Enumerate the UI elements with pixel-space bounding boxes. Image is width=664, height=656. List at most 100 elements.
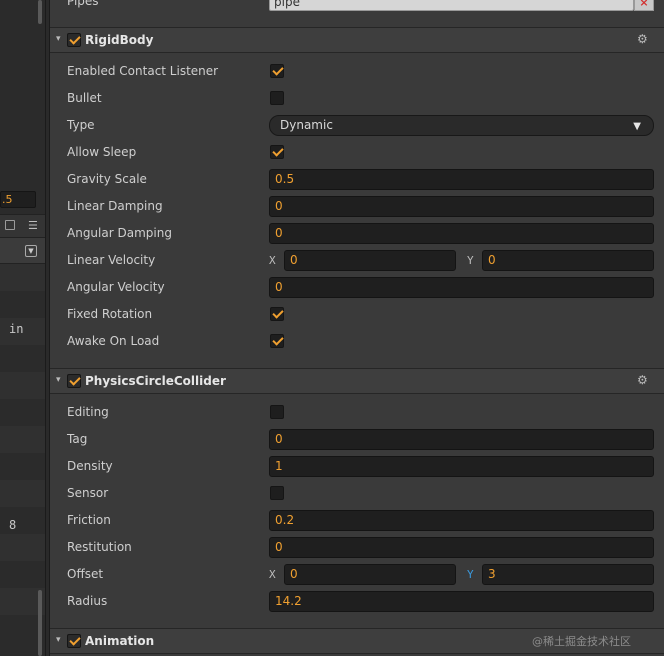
- prop-sensor: Sensor: [50, 480, 664, 507]
- gravity-scale-input[interactable]: 0.5: [269, 169, 654, 190]
- left-scrollbar-bottom[interactable]: [38, 590, 42, 656]
- offset-x-input[interactable]: 0: [284, 564, 456, 585]
- prop-angular-velocity: Angular Velocity 0: [50, 274, 664, 301]
- prop-offset: Offset X 0 Y 3: [50, 561, 664, 588]
- left-partial-text: in: [9, 322, 24, 336]
- rigidbody-enabled-checkbox[interactable]: [67, 33, 81, 47]
- copy-icon[interactable]: [5, 220, 15, 230]
- inspector-panel: Pipes pipe × ▾ RigidBody ⚙ Enabled Conta…: [50, 0, 664, 656]
- restitution-input[interactable]: 0: [269, 537, 654, 558]
- dropdown-icon[interactable]: ▼: [25, 245, 37, 257]
- left-partial-field[interactable]: .5: [0, 191, 36, 208]
- watermark: @稀土掘金技术社区: [532, 635, 631, 648]
- circle-collider-title: PhysicsCircleCollider: [85, 374, 226, 388]
- collapse-arrow-icon[interactable]: ▾: [56, 635, 61, 645]
- prop-label: Enabled Contact Listener: [67, 64, 219, 78]
- angular-damping-input[interactable]: 0: [269, 223, 654, 244]
- friction-input[interactable]: 0.2: [269, 510, 654, 531]
- prop-label: Linear Damping: [67, 199, 163, 213]
- prop-enabled-contact-listener: Enabled Contact Listener: [50, 58, 664, 85]
- prop-radius: Radius 14.2: [50, 588, 664, 615]
- prop-label: Angular Damping: [67, 226, 172, 240]
- prop-density: Density 1: [50, 453, 664, 480]
- prop-gravity-scale: Gravity Scale 0.5: [50, 166, 664, 193]
- linear-velocity-x-input[interactable]: 0: [284, 250, 456, 271]
- caret-down-icon: ▼: [633, 121, 641, 132]
- collapse-arrow-icon[interactable]: ▾: [56, 34, 61, 44]
- animation-enabled-checkbox[interactable]: [67, 634, 81, 648]
- bullet-checkbox[interactable]: [270, 91, 284, 105]
- prop-label: Bullet: [67, 91, 102, 105]
- type-select[interactable]: Dynamic ▼: [269, 115, 654, 136]
- collapse-arrow-icon[interactable]: ▾: [56, 375, 61, 385]
- prop-linear-damping: Linear Damping 0: [50, 193, 664, 220]
- pipes-field[interactable]: pipe: [269, 0, 634, 11]
- left-row: [0, 534, 45, 561]
- gear-icon[interactable]: ⚙: [637, 373, 648, 387]
- radius-input[interactable]: 14.2: [269, 591, 654, 612]
- prop-friction: Friction 0.2: [50, 507, 664, 534]
- prop-allow-sleep: Allow Sleep: [50, 139, 664, 166]
- angular-velocity-input[interactable]: 0: [269, 277, 654, 298]
- prop-label: Density: [67, 459, 113, 473]
- awake-on-load-checkbox[interactable]: [270, 334, 284, 348]
- left-header: ▼: [0, 238, 45, 264]
- offset-y-input[interactable]: 3: [482, 564, 654, 585]
- density-input[interactable]: 1: [269, 456, 654, 477]
- left-scrollbar-top[interactable]: [38, 0, 42, 24]
- prop-awake-on-load: Awake On Load: [50, 328, 664, 355]
- pipes-row: Pipes pipe ×: [50, 0, 664, 14]
- left-row: [0, 426, 45, 453]
- prop-label: Fixed Rotation: [67, 307, 153, 321]
- rigidbody-title: RigidBody: [85, 33, 154, 47]
- prop-linear-velocity: Linear Velocity X 0 Y 0: [50, 247, 664, 274]
- prop-label: Gravity Scale: [67, 172, 147, 186]
- prop-label: Sensor: [67, 486, 109, 500]
- prop-bullet: Bullet: [50, 85, 664, 112]
- prop-editing: Editing: [50, 399, 664, 426]
- circle-collider-header[interactable]: ▾ PhysicsCircleCollider ⚙: [50, 368, 664, 394]
- left-partial-text: 8: [9, 518, 17, 532]
- left-toolbar: ☰: [0, 214, 45, 238]
- prop-label: Offset: [67, 567, 104, 581]
- prop-label: Type: [67, 118, 95, 132]
- left-panel: .5 ☰ ▼ in 8: [0, 0, 45, 656]
- x-label: X: [269, 254, 276, 267]
- prop-label: Radius: [67, 594, 108, 608]
- clear-button[interactable]: ×: [634, 0, 654, 11]
- type-select-value: Dynamic: [280, 118, 333, 132]
- prop-label: Tag: [67, 432, 88, 446]
- editing-checkbox[interactable]: [270, 405, 284, 419]
- menu-icon[interactable]: ☰: [28, 220, 38, 231]
- enabled-contact-listener-checkbox[interactable]: [270, 64, 284, 78]
- fixed-rotation-checkbox[interactable]: [270, 307, 284, 321]
- allow-sleep-checkbox[interactable]: [270, 145, 284, 159]
- prop-restitution: Restitution 0: [50, 534, 664, 561]
- left-row: [0, 480, 45, 507]
- prop-label: Friction: [67, 513, 111, 527]
- prop-label: Restitution: [67, 540, 132, 554]
- linear-damping-input[interactable]: 0: [269, 196, 654, 217]
- prop-label: Allow Sleep: [67, 145, 137, 159]
- y-label: Y: [467, 254, 474, 267]
- gear-icon[interactable]: ⚙: [637, 32, 648, 46]
- prop-type: Type Dynamic ▼: [50, 112, 664, 139]
- prop-label: Editing: [67, 405, 109, 419]
- sensor-checkbox[interactable]: [270, 486, 284, 500]
- circle-collider-enabled-checkbox[interactable]: [67, 374, 81, 388]
- left-row: [0, 372, 45, 399]
- left-row: [0, 264, 45, 291]
- prop-label: Awake On Load: [67, 334, 160, 348]
- linear-velocity-y-input[interactable]: 0: [482, 250, 654, 271]
- prop-label: Linear Velocity: [67, 253, 156, 267]
- prop-label: Angular Velocity: [67, 280, 165, 294]
- animation-title: Animation: [85, 634, 155, 648]
- prop-angular-damping: Angular Damping 0: [50, 220, 664, 247]
- pipes-label: Pipes: [67, 0, 99, 8]
- y-label: Y: [467, 568, 474, 581]
- x-label: X: [269, 568, 276, 581]
- prop-fixed-rotation: Fixed Rotation: [50, 301, 664, 328]
- prop-tag: Tag 0: [50, 426, 664, 453]
- tag-input[interactable]: 0: [269, 429, 654, 450]
- rigidbody-header[interactable]: ▾ RigidBody ⚙: [50, 27, 664, 53]
